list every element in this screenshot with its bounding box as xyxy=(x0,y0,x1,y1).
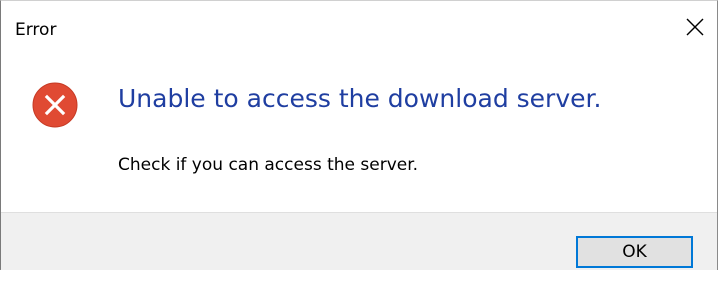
window-title: Error xyxy=(15,20,57,40)
title-bar: Error xyxy=(1,1,717,53)
close-button[interactable] xyxy=(673,1,717,53)
error-dialog: Error Unable to access the download serv… xyxy=(0,0,718,270)
main-instruction: Unable to access the download server. xyxy=(118,84,602,113)
button-footer: OK xyxy=(1,212,717,270)
content-text: Check if you can access the server. xyxy=(118,155,419,175)
close-icon xyxy=(686,18,704,36)
ok-button[interactable]: OK xyxy=(576,236,693,268)
error-icon xyxy=(32,82,78,128)
